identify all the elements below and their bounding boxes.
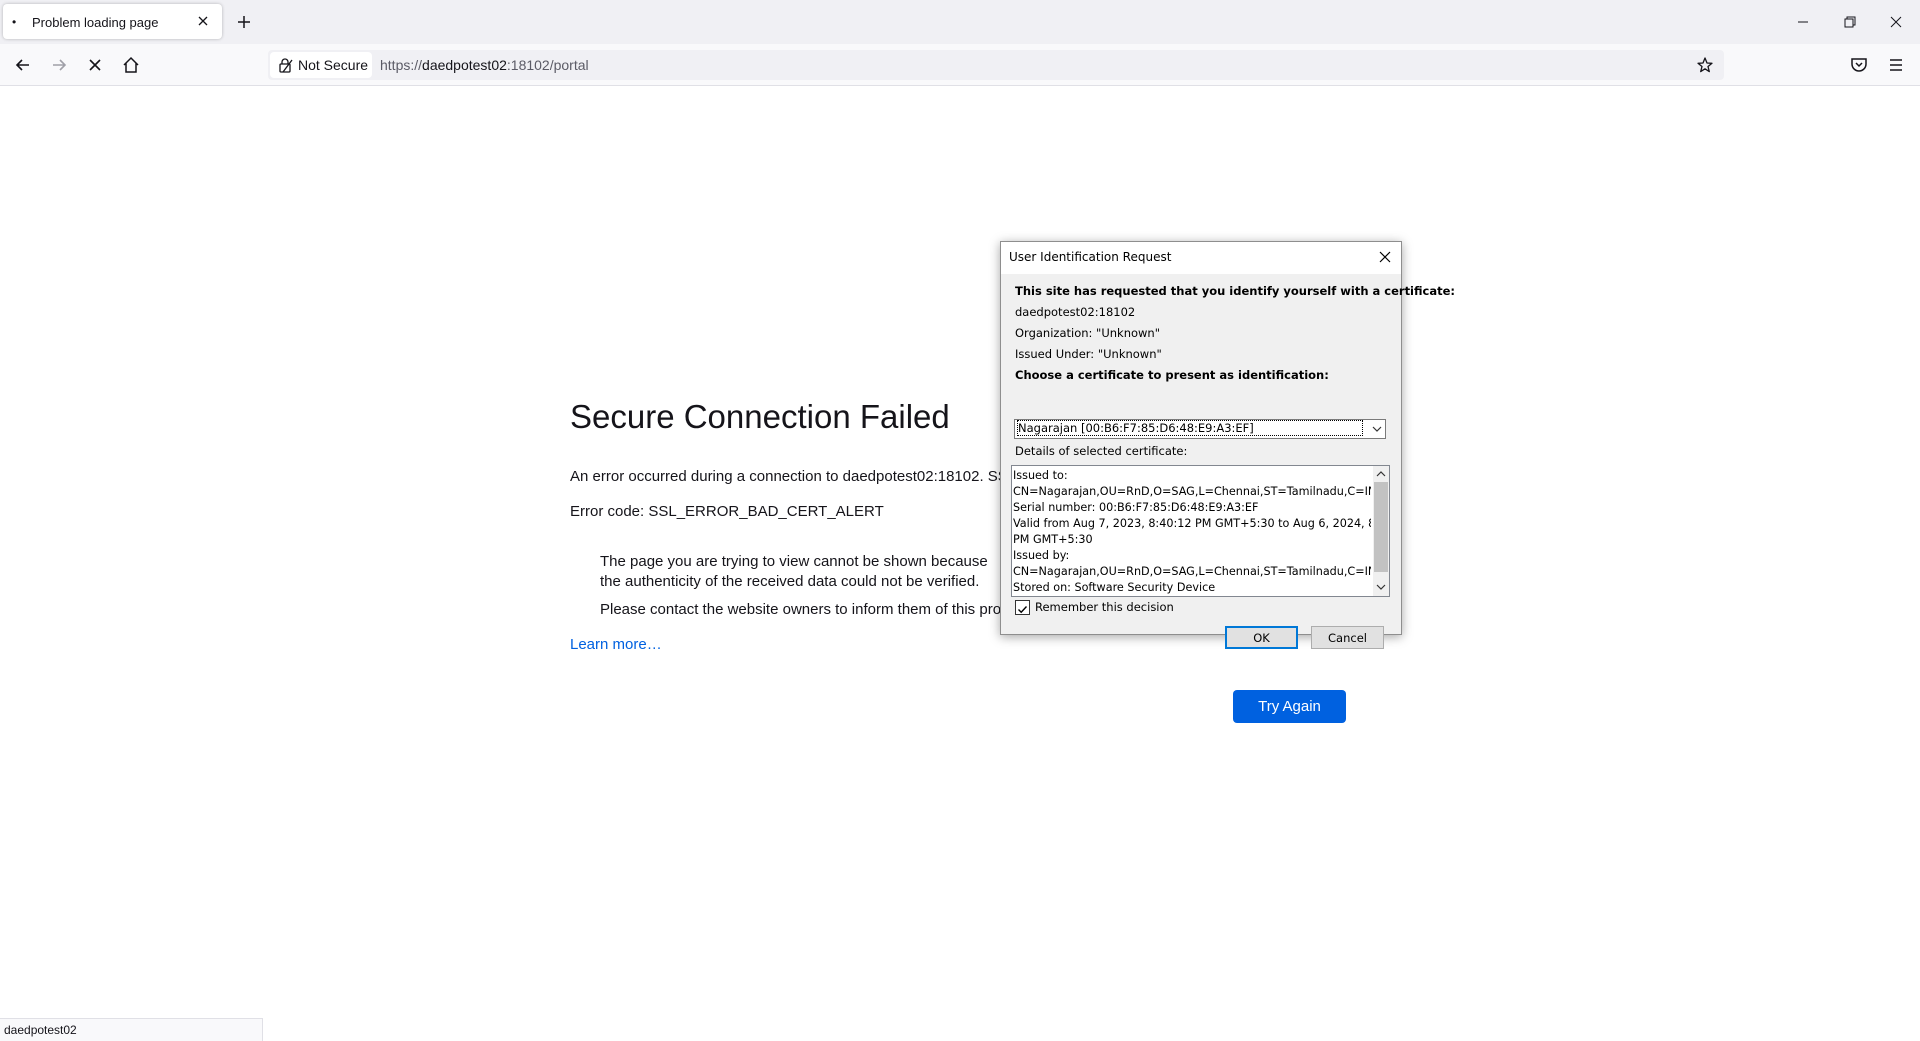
organization-text: Organization: "Unknown" [1015, 326, 1161, 340]
details-label: Details of selected certificate: [1015, 444, 1188, 458]
scroll-thumb[interactable] [1374, 482, 1388, 572]
scroll-up-icon[interactable] [1375, 468, 1387, 480]
try-again-button[interactable]: Try Again [1233, 690, 1346, 723]
error-description: An error occurred during a connection to… [570, 468, 1002, 485]
detail-line: Valid from Aug 7, 2023, 8:40:12 PM GMT+5… [1013, 517, 1371, 530]
user-identification-dialog: User Identification Request This site ha… [1000, 241, 1455, 649]
detail-line: CN=Nagarajan,OU=RnD,O=SAG,L=Chennai,ST=T… [1013, 565, 1371, 578]
remember-label: Remember this decision [1035, 600, 1174, 614]
scroll-down-icon[interactable] [1375, 581, 1387, 593]
status-bar: daedpotest02 [0, 1018, 263, 1041]
url-suffix: :18102/portal [506, 57, 589, 73]
site-security-indicator[interactable]: Not Secure [270, 52, 372, 78]
detail-line: Issued to: [1013, 469, 1068, 482]
close-icon[interactable] [1375, 247, 1395, 267]
tab-strip: • Problem loading page [0, 0, 1920, 44]
tab-problem-loading[interactable]: • Problem loading page [3, 4, 222, 39]
ok-button[interactable]: OK [1225, 626, 1298, 649]
detail-line: Serial number: 00:B6:F7:85:D6:48:E9:A3:E… [1013, 501, 1259, 514]
site-name: daedpotest02:18102 [1015, 305, 1136, 319]
tab-title: Problem loading page [32, 15, 159, 30]
restore-icon[interactable] [1840, 12, 1860, 32]
error-code: Error code: SSL_ERROR_BAD_CERT_ALERT [570, 503, 884, 520]
home-icon[interactable] [120, 54, 142, 76]
dialog-body: This site has requested that you identif… [1001, 274, 1455, 649]
detail-line: CN=Nagarajan,OU=RnD,O=SAG,L=Chennai,ST=T… [1013, 485, 1371, 498]
cancel-button[interactable]: Cancel [1311, 626, 1384, 649]
page-title: Secure Connection Failed [570, 398, 950, 435]
dialog-title: User Identification Request [1009, 250, 1172, 264]
list-item: The page you are trying to view cannot b… [600, 552, 1002, 592]
checkbox[interactable] [1015, 600, 1030, 615]
issued-under-text: Issued Under: "Unknown" [1015, 347, 1162, 361]
choose-certificate-label: Choose a certificate to present as ident… [1015, 368, 1329, 382]
url-prefix: https:// [380, 57, 423, 73]
certificate-details-textarea[interactable]: Issued to: CN=Nagarajan,OU=RnD,O=SAG,L=C… [1011, 465, 1390, 597]
url-host: daedpotest02 [422, 57, 507, 73]
list-item: Please contact the website owners to inf… [600, 600, 1002, 620]
plus-icon[interactable] [234, 12, 254, 32]
lock-warning-icon [279, 58, 293, 73]
detail-line: PM GMT+5:30 [1013, 533, 1093, 546]
not-secure-label: Not Secure [298, 57, 369, 73]
dialog-heading: This site has requested that you identif… [1015, 284, 1455, 298]
scrollbar[interactable] [1373, 466, 1389, 596]
close-window-icon[interactable] [1886, 12, 1906, 32]
url-text[interactable]: https://daedpotest02:18102/portal [380, 57, 589, 73]
error-bullet-list: The page you are trying to view cannot b… [570, 552, 1002, 628]
menu-icon[interactable] [1885, 54, 1907, 76]
close-icon[interactable] [193, 11, 213, 31]
checkmark-icon [1018, 606, 1028, 614]
tab-loading-indicator: • [12, 15, 17, 29]
detail-line: Stored on: Software Security Device [1013, 581, 1216, 594]
certificate-details: Issued to: CN=Nagarajan,OU=RnD,O=SAG,L=C… [1013, 468, 1371, 596]
status-text: daedpotest02 [4, 1023, 77, 1037]
chevron-down-icon [1372, 426, 1382, 432]
learn-more-link[interactable]: Learn more… [570, 636, 662, 653]
minimize-icon[interactable] [1793, 12, 1813, 32]
certificate-select[interactable]: Nagarajan [00:B6:F7:85:D6:48:E9:A3:EF] [1014, 419, 1386, 439]
detail-line: Issued by: [1013, 549, 1070, 562]
url-bar[interactable]: Not Secure https://daedpotest02:18102/po… [268, 50, 1724, 80]
navigation-toolbar: Not Secure https://daedpotest02:18102/po… [0, 44, 1920, 86]
selected-certificate: Nagarajan [00:B6:F7:85:D6:48:E9:A3:EF] [1017, 420, 1363, 436]
back-arrow-icon[interactable] [12, 54, 34, 76]
stop-icon[interactable] [84, 54, 106, 76]
star-icon[interactable] [1696, 56, 1714, 74]
pocket-icon[interactable] [1848, 54, 1870, 76]
forward-arrow-icon[interactable] [48, 54, 70, 76]
